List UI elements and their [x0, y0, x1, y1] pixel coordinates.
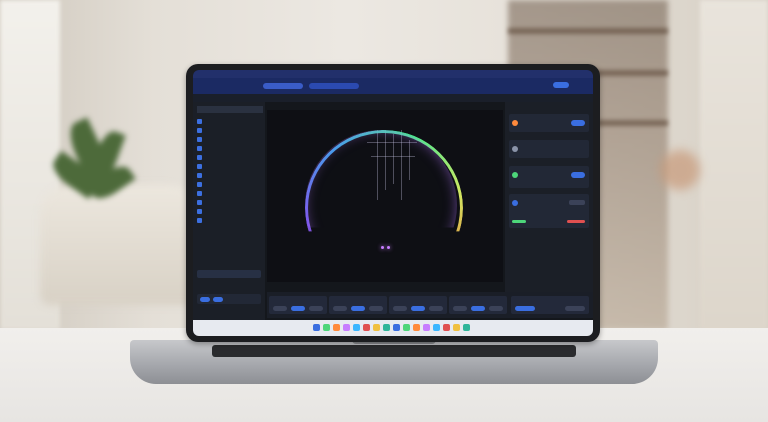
control-pill[interactable]: [453, 306, 467, 311]
profile-button[interactable]: [553, 82, 569, 88]
star-icon: [197, 136, 202, 142]
clock-icon: [197, 145, 202, 151]
laptop-keyboard: [212, 345, 576, 357]
sidebar-item[interactable]: [197, 181, 261, 188]
plant: [47, 110, 136, 220]
notification-card[interactable]: [509, 114, 589, 132]
toolbar: [193, 94, 593, 102]
terminal-icon[interactable]: [403, 324, 410, 331]
browser-tab-row: [193, 78, 593, 94]
browser-icon[interactable]: [333, 324, 340, 331]
status-bar: [567, 220, 585, 223]
sidebar-item[interactable]: [197, 145, 261, 152]
browser-tab[interactable]: [263, 83, 303, 89]
store-icon[interactable]: [423, 324, 430, 331]
user-icon: [197, 199, 202, 205]
calendar-icon[interactable]: [433, 324, 440, 331]
control-pill[interactable]: [291, 306, 305, 311]
sidebar-item[interactable]: [197, 154, 261, 161]
control-pill[interactable]: [429, 306, 443, 311]
video-icon[interactable]: [463, 324, 470, 331]
notification-card[interactable]: [509, 140, 589, 158]
status-bar: [512, 220, 526, 223]
sidebar-footer-control[interactable]: [197, 270, 261, 278]
control-pill[interactable]: [333, 306, 347, 311]
sidebar-item[interactable]: [197, 190, 261, 197]
lamp: [660, 150, 700, 190]
camera-icon[interactable]: [453, 324, 460, 331]
files-icon[interactable]: [343, 324, 350, 331]
sidebar-storage: [197, 294, 261, 304]
help-icon: [197, 217, 202, 223]
sidebar: [193, 102, 265, 332]
control-group[interactable]: [389, 296, 447, 314]
sidebar-item[interactable]: [197, 163, 261, 170]
share-icon: [197, 163, 202, 169]
control-pill[interactable]: [351, 306, 365, 311]
music-icon[interactable]: [373, 324, 380, 331]
laptop-screen: [193, 70, 593, 336]
control-pill[interactable]: [309, 306, 323, 311]
sidebar-header[interactable]: [197, 106, 263, 113]
sidebar-item[interactable]: [197, 172, 261, 179]
browser-tab[interactable]: [309, 83, 359, 89]
info-icon: [197, 208, 202, 214]
folder-icon: [197, 118, 202, 124]
control-pill[interactable]: [565, 306, 585, 311]
control-group[interactable]: [329, 296, 387, 314]
code-icon[interactable]: [393, 324, 400, 331]
control-group[interactable]: [449, 296, 507, 314]
start-icon[interactable]: [313, 324, 320, 331]
photos-icon[interactable]: [383, 324, 390, 331]
sidebar-item[interactable]: [197, 127, 261, 134]
glow-point: [381, 246, 384, 249]
image-icon: [197, 127, 202, 133]
control-pill[interactable]: [369, 306, 383, 311]
shelf-board: [508, 28, 668, 34]
control-pill[interactable]: [393, 306, 407, 311]
search-icon[interactable]: [323, 324, 330, 331]
avatar: [512, 200, 518, 206]
trash-icon: [197, 172, 202, 178]
storage-pill: [200, 297, 210, 302]
chat-icon[interactable]: [363, 324, 370, 331]
control-pill[interactable]: [489, 306, 503, 311]
sidebar-item[interactable]: [197, 208, 261, 215]
card-action-button[interactable]: [571, 120, 585, 126]
tag-icon: [197, 154, 202, 160]
notification-card[interactable]: [509, 166, 589, 188]
avatar: [512, 146, 518, 152]
notification-card[interactable]: [509, 194, 589, 228]
storage-pill: [213, 297, 223, 302]
control-group[interactable]: [269, 296, 327, 314]
right-wall: [700, 0, 768, 330]
cloud-icon: [197, 181, 202, 187]
glow-point: [387, 246, 390, 249]
card-action-button[interactable]: [571, 172, 585, 178]
avatar: [512, 120, 518, 126]
control-pill[interactable]: [273, 306, 287, 311]
sidebar-item[interactable]: [197, 199, 261, 206]
sidebar-item[interactable]: [197, 118, 261, 125]
sidebar-item[interactable]: [197, 136, 261, 143]
settings-icon: [197, 190, 202, 196]
mail-icon[interactable]: [353, 324, 360, 331]
control-group[interactable]: [511, 296, 589, 314]
avatar: [512, 172, 518, 178]
control-primary-button[interactable]: [515, 306, 535, 311]
notes-icon[interactable]: [443, 324, 450, 331]
control-pill[interactable]: [411, 306, 425, 311]
menu-bar: [193, 70, 593, 78]
sidebar-item[interactable]: [197, 217, 261, 224]
settings-icon[interactable]: [413, 324, 420, 331]
control-pill[interactable]: [471, 306, 485, 311]
card-secondary-button[interactable]: [569, 200, 585, 205]
